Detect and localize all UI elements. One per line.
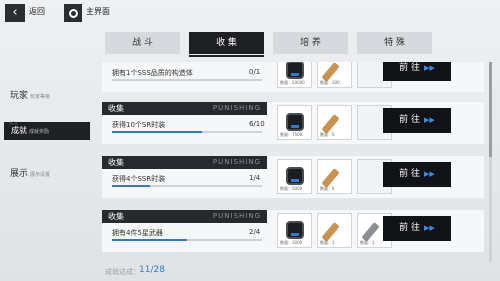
cylinder-icon	[321, 222, 340, 242]
cylinder-icon	[321, 62, 340, 82]
achievement-count: 6/10	[249, 120, 265, 128]
progress-bar	[112, 79, 262, 81]
achievement-card: 收集 PUNISHING 获得4个SSR时装 1/4 数量：5000 数量：6 前…	[102, 156, 484, 198]
nav-item-achievement[interactable]: ACH 成就 成就奖励	[4, 121, 90, 140]
reward-item[interactable]: 数量：3000	[277, 213, 312, 248]
achievement-desc: 获得10个SR时装	[112, 121, 166, 129]
reward-item[interactable]: 数量：200	[317, 62, 352, 88]
progress-bar	[112, 185, 262, 187]
reward-qty: 数量：6	[320, 186, 335, 191]
go-button-label: 前 往	[399, 63, 421, 73]
go-button[interactable]: 前 往 ▶▶	[383, 162, 451, 187]
reward-qty: 数量：20000	[280, 80, 305, 85]
scrollbar-thumb[interactable]	[489, 62, 492, 157]
reward-item[interactable]: 数量：6	[317, 105, 352, 140]
card-watermark: PUNISHING	[212, 158, 261, 166]
chip-icon	[286, 167, 304, 185]
nav-item-prefix: ACH	[9, 121, 18, 126]
progress-bar	[112, 239, 262, 241]
circle-icon	[68, 8, 78, 18]
cylinder-icon	[321, 168, 340, 188]
achievement-count: 2/4	[249, 228, 261, 236]
achievement-card: 拥有1个SSS品质的构造体 0/1 数量：20000 数量：200 前 往 ▶▶	[102, 62, 484, 92]
home-label[interactable]: 主界面	[86, 6, 110, 17]
reward-item[interactable]: 数量：6	[317, 159, 352, 194]
reward-item[interactable]: 数量：7500	[277, 105, 312, 140]
card-watermark: PUNISHING	[212, 104, 261, 112]
tab-special[interactable]: 特 殊	[357, 32, 432, 54]
back-label[interactable]: 返回	[29, 6, 45, 17]
achievement-total-label: 成就达成：	[105, 268, 140, 276]
progress-fill	[112, 131, 202, 133]
nav-item-label: 玩家	[10, 91, 29, 101]
nav-item-sub: 成就奖励	[29, 129, 50, 135]
cylinder-icon	[361, 222, 380, 242]
achievement-list[interactable]: 拥有1个SSS品质的构造体 0/1 数量：20000 数量：200 前 往 ▶▶ …	[102, 62, 487, 262]
chevron-left-icon: ‹	[12, 5, 18, 20]
go-button-label: 前 往	[399, 115, 421, 125]
go-button[interactable]: 前 往 ▶▶	[383, 108, 451, 133]
go-button-label: 前 往	[399, 169, 421, 179]
achievement-count: 0/1	[249, 68, 261, 76]
achievement-desc: 拥有1个SSS品质的构造体	[112, 69, 193, 77]
nav-item-display[interactable]: 展示 展示设置	[10, 166, 50, 179]
cylinder-icon	[321, 114, 340, 134]
nav-item-label: 展示	[10, 169, 29, 179]
reward-qty: 数量：1	[320, 240, 335, 245]
progress-bar	[112, 131, 262, 133]
nav-item-player[interactable]: 玩家 玩家等级	[10, 88, 50, 101]
achievement-total-value: 11/28	[139, 265, 165, 275]
double-arrow-icon: ▶▶	[424, 116, 435, 124]
reward-item[interactable]: 数量：5000	[277, 159, 312, 194]
card-watermark: PUNISHING	[212, 212, 261, 220]
reward-qty: 数量：5000	[280, 186, 303, 191]
reward-item[interactable]: 数量：1	[317, 213, 352, 248]
achievement-desc: 获得4个SSR时装	[112, 175, 166, 183]
card-title: 收集	[108, 212, 124, 221]
nav-item-sub: 玩家等级	[30, 94, 51, 100]
double-arrow-icon: ▶▶	[424, 224, 435, 232]
chip-icon	[286, 113, 304, 131]
tab-collection[interactable]: 收 集	[189, 32, 264, 57]
double-arrow-icon: ▶▶	[424, 64, 435, 72]
reward-qty: 数量：7500	[280, 132, 303, 137]
achievement-card: 收集 PUNISHING 拥有4件5星武器 2/4 数量：3000 数量：1 数量…	[102, 210, 484, 252]
reward-qty: 数量：200	[320, 80, 340, 85]
chip-icon	[286, 221, 304, 239]
card-header: 收集 PUNISHING	[102, 210, 267, 223]
nav-item-sub: 展示设置	[30, 172, 51, 178]
tab-bar: 战 斗 收 集 培 养 特 殊	[105, 32, 441, 57]
achievement-count: 1/4	[249, 174, 261, 182]
home-button[interactable]	[64, 4, 82, 22]
tab-training[interactable]: 培 养	[273, 32, 348, 54]
double-arrow-icon: ▶▶	[424, 170, 435, 178]
go-button[interactable]: 前 往 ▶▶	[383, 216, 451, 241]
go-button[interactable]: 前 往 ▶▶	[383, 62, 451, 81]
go-button-label: 前 往	[399, 223, 421, 233]
progress-fill	[112, 239, 187, 241]
chip-icon	[286, 62, 304, 79]
top-bar: ‹ 返回 主界面	[0, 0, 500, 26]
reward-qty: 数量：3000	[280, 240, 303, 245]
card-header: 收集 PUNISHING	[102, 102, 267, 115]
card-header: 收集 PUNISHING	[102, 156, 267, 169]
card-title: 收集	[108, 158, 124, 167]
reward-item[interactable]: 数量：20000	[277, 62, 312, 88]
tab-battle[interactable]: 战 斗	[105, 32, 180, 54]
back-button[interactable]: ‹	[5, 4, 25, 22]
card-title: 收集	[108, 104, 124, 113]
progress-fill	[112, 185, 150, 187]
achievement-card: 收集 PUNISHING 获得10个SR时装 6/10 数量：7500 数量：6 …	[102, 102, 484, 144]
achievement-desc: 拥有4件5星武器	[112, 229, 163, 237]
reward-qty: 数量：1	[360, 240, 375, 245]
reward-qty: 数量：6	[320, 132, 335, 137]
